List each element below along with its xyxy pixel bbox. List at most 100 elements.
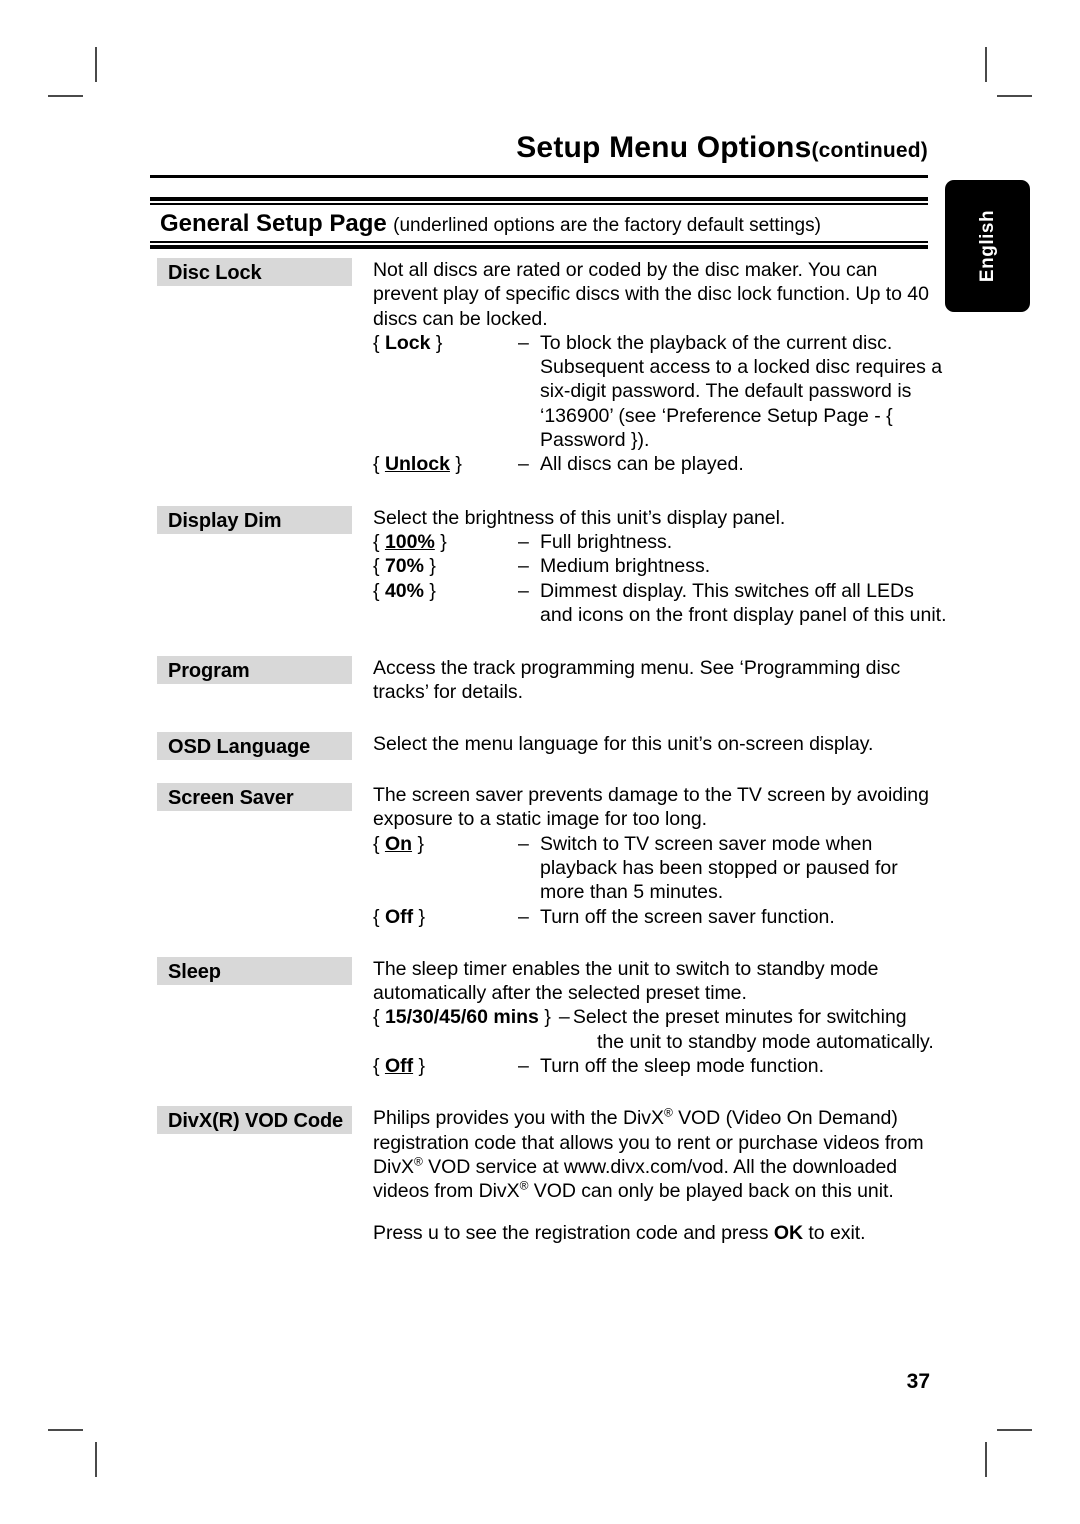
option-row: { Off } – Turn off the sleep mode functi…: [373, 1054, 947, 1078]
option-value: Off: [384, 905, 414, 928]
option-key: { On }: [373, 832, 518, 905]
registered-trademark-icon: ®: [413, 1154, 423, 1169]
setting-entry-divx-vod-code: DivX(R) VOD Code Philips provides you wi…: [157, 1106, 947, 1244]
brace-close: }: [435, 331, 443, 354]
option-dash: –: [518, 453, 529, 476]
option-dash: –: [518, 530, 529, 553]
brace-open: {: [373, 453, 380, 476]
brace-close: }: [455, 453, 462, 476]
option-dash: –: [518, 331, 529, 354]
option-value: Lock: [384, 331, 431, 354]
setting-entry-display-dim: Display Dim Select the brightness of thi…: [157, 505, 947, 627]
option-key: { 70% }: [373, 554, 518, 578]
setting-entry-sleep: Sleep The sleep timer enables the unit t…: [157, 956, 947, 1078]
option-key: { Unlock }: [373, 452, 518, 476]
section-header-top-rule-thick: [150, 197, 928, 201]
press-instruction-prefix: Press u to see the registration code and…: [373, 1221, 774, 1244]
setting-body: The sleep timer enables the unit to swit…: [373, 957, 947, 1078]
option-value: On: [384, 832, 413, 855]
setting-label: Disc Lock: [157, 258, 352, 286]
crop-mark-bottom-left-vertical: [95, 1442, 97, 1477]
option-dash: –: [558, 1006, 570, 1029]
section-header: General Setup Page (underlined options a…: [160, 208, 821, 241]
language-tab-label: English: [976, 209, 998, 283]
option-value: Off: [384, 1055, 414, 1078]
setting-description: The screen saver prevents damage to the …: [373, 784, 929, 831]
option-value: 70%: [384, 555, 424, 578]
option-value: 100%: [384, 530, 435, 553]
crop-mark-top-left-horizontal: [48, 95, 83, 97]
setting-body: Philips provides you with the DivX® VOD …: [373, 1106, 947, 1244]
setting-body: Select the brightness of this unit’s dis…: [373, 506, 947, 627]
option-dash: –: [518, 555, 529, 578]
section-header-title: General Setup Page: [160, 210, 387, 237]
divx-text-part-4: VOD can only be played back on this unit…: [528, 1180, 894, 1203]
brace-close: }: [418, 905, 426, 928]
manual-page: Setup Menu Options(continued) General Se…: [0, 0, 1080, 1524]
setting-entry-osd-language: OSD Language Select the menu language fo…: [157, 731, 947, 760]
section-header-bottom-rule-thin: [150, 241, 928, 243]
section-header-bottom-rule-thick: [150, 245, 928, 249]
crop-mark-bottom-right-horizontal: [997, 1429, 1032, 1431]
brace-open: {: [373, 832, 380, 855]
setting-description: Select the brightness of this unit’s dis…: [373, 506, 786, 529]
setting-description: Access the track programming menu. See ‘…: [373, 657, 901, 704]
crop-mark-top-left-vertical: [95, 47, 97, 82]
brace-close: }: [440, 530, 447, 553]
setting-entry-screen-saver: Screen Saver The screen saver prevents d…: [157, 783, 947, 929]
option-description: Medium brightness.: [540, 555, 711, 578]
setting-label: Display Dim: [157, 505, 352, 534]
brace-close: }: [418, 1055, 426, 1078]
brace-open: {: [373, 331, 380, 354]
option-key: { Lock }: [373, 331, 518, 452]
option-row: { 70% } – Medium brightness.: [373, 554, 947, 578]
option-row: { Off } – Turn off the screen saver func…: [373, 905, 947, 929]
option-description: Turn off the sleep mode function.: [540, 1055, 825, 1078]
setup-options-list: Disc Lock Not all discs are rated or cod…: [157, 258, 947, 1245]
setting-body: The screen saver prevents damage to the …: [373, 783, 947, 929]
crop-mark-bottom-right-vertical: [985, 1442, 987, 1477]
option-row: { 100% } – Full brightness.: [373, 530, 947, 554]
option-row: { 15/30/45/60 mins } – Select the preset…: [373, 1005, 947, 1029]
option-key: { Off }: [373, 1054, 518, 1078]
option-key: { 100% }: [373, 530, 518, 554]
press-instruction-suffix: to exit.: [803, 1221, 866, 1244]
option-description: All discs can be played.: [540, 453, 744, 476]
setting-description: Select the menu language for this unit’s…: [373, 732, 874, 755]
option-key: { 15/30/45/60 mins }: [373, 1005, 559, 1029]
setting-label: Program: [157, 656, 352, 685]
page-number: 37: [906, 1370, 930, 1393]
setting-label: OSD Language: [157, 731, 352, 760]
option-value: 15/30/45/60 mins: [384, 1006, 539, 1029]
brace-open: {: [373, 555, 380, 578]
brace-open: {: [373, 1006, 380, 1029]
title-divider: [150, 175, 928, 178]
setting-label: DivX(R) VOD Code: [157, 1106, 352, 1135]
section-header-top-rule-thin: [150, 203, 928, 205]
option-description: To block the playback of the current dis…: [540, 331, 943, 452]
setting-label: Sleep: [157, 956, 352, 985]
option-description: Select the preset minutes for switching: [572, 1006, 907, 1029]
page-title: Setup Menu Options(continued): [150, 133, 928, 163]
option-dash: –: [518, 579, 529, 602]
crop-mark-top-right-horizontal: [997, 95, 1032, 97]
brace-close: }: [429, 555, 436, 578]
option-description: Dimmest display. This switches off all L…: [540, 579, 947, 626]
brace-close: }: [544, 1006, 551, 1029]
option-row: { On } – Switch to TV screen saver mode …: [373, 832, 947, 905]
option-key: { Off }: [373, 905, 518, 929]
option-row: { Lock } – To block the playback of the …: [373, 331, 947, 452]
option-row: { Unlock } – All discs can be played.: [373, 452, 947, 476]
option-description: Switch to TV screen saver mode when play…: [540, 832, 898, 904]
brace-close: }: [417, 832, 424, 855]
option-description: Turn off the screen saver function.: [540, 905, 835, 928]
option-row: { 40% } – Dimmest display. This switches…: [373, 579, 947, 628]
setting-entry-disc-lock: Disc Lock Not all discs are rated or cod…: [157, 258, 947, 477]
brace-open: {: [373, 530, 380, 553]
page-title-main: Setup Menu Options: [516, 131, 812, 164]
option-description: Full brightness.: [540, 530, 673, 553]
brace-open: {: [373, 1055, 380, 1078]
setting-body: Select the menu language for this unit’s…: [373, 732, 947, 756]
crop-mark-bottom-left-horizontal: [48, 1429, 83, 1431]
option-description-continued: the unit to standby mode automatically.: [597, 1030, 934, 1053]
